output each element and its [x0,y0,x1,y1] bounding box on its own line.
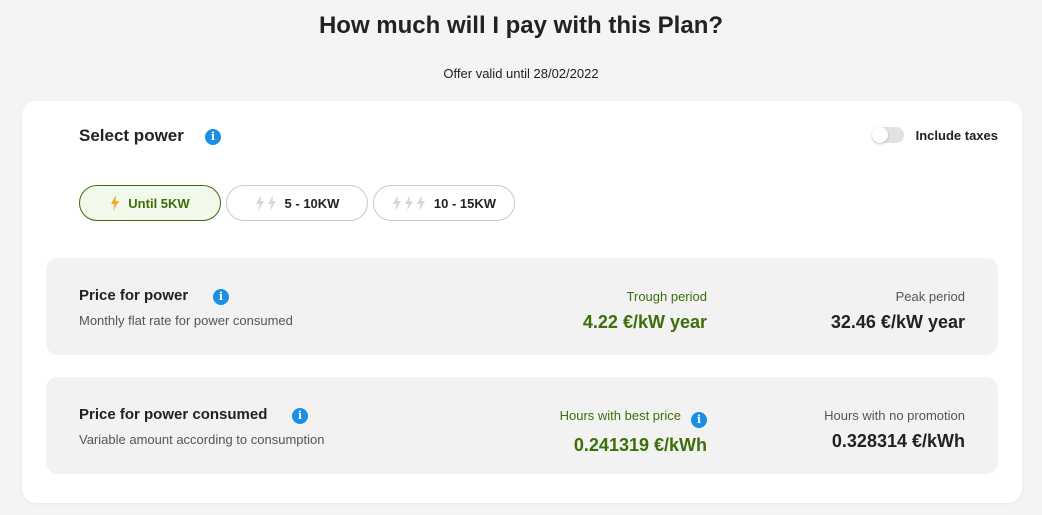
section-subtitle: Monthly flat rate for power consumed [79,313,293,328]
no-promotion-value: 0.328314 €/kWh [831,431,965,451]
best-price-label-row: Hours with best price i [560,408,707,428]
price-for-power-consumed-section: Price for power consumed i Variable amou… [46,377,998,474]
trough-period-column: Trough period 4.22 €/kW year [583,289,707,334]
bolt-icons [392,195,428,211]
lightning-bolt-icon [416,195,425,211]
trough-period-label: Trough period [626,289,707,304]
info-icon[interactable]: i [213,289,229,305]
power-option-5-10kw[interactable]: 5 - 10KW [226,185,368,221]
include-taxes-toggle-group: Include taxes [871,127,998,143]
info-icon[interactable]: i [691,412,707,428]
lightning-bolt-icon [267,195,276,211]
plan-price-card: Select power i Include taxes Until 5KW 5… [22,101,1022,503]
info-icon[interactable]: i [292,408,308,424]
offer-validity: Offer valid until 28/02/2022 [443,66,599,81]
power-option-label: 10 - 15KW [433,195,497,211]
power-option-label: Until 5KW [128,195,190,211]
select-power-title: Select power [79,126,184,145]
bolt-icons [110,195,122,211]
power-options: Until 5KW 5 - 10KW 10 - 15KW [79,185,520,221]
include-taxes-toggle[interactable] [871,127,904,143]
peak-period-label: Peak period [895,289,965,304]
page: How much will I pay with this Plan? Offe… [0,0,1042,515]
toggle-knob [871,127,888,143]
info-icon[interactable]: i [205,129,221,145]
page-title: How much will I pay with this Plan? [318,12,724,39]
lightning-bolt-icon [255,195,264,211]
peak-period-value: 32.46 €/kW year [830,312,965,332]
best-price-value: 0.241319 €/kWh [573,435,707,455]
no-promotion-column: Hours with no promotion 0.328314 €/kWh [824,408,965,453]
lightning-bolt-icon [111,195,120,211]
no-promotion-label: Hours with no promotion [824,408,965,423]
bolt-icons [255,195,279,211]
power-option-label: 5 - 10KW [284,195,340,211]
section-title: Price for power [79,287,189,304]
price-for-power-section: Price for power i Monthly flat rate for … [46,258,998,355]
lightning-bolt-icon [392,195,401,211]
peak-period-column: Peak period 32.46 €/kW year [831,289,965,334]
section-title: Price for power consumed [79,406,268,423]
power-option-until-5kw[interactable]: Until 5KW [79,185,221,221]
trough-period-value: 4.22 €/kW year [582,312,707,332]
section-subtitle: Variable amount according to consumption [79,432,325,447]
best-price-label: Hours with best price [559,408,681,423]
best-price-column: Hours with best price i 0.241319 €/kWh [560,408,707,457]
lightning-bolt-icon [404,195,413,211]
include-taxes-label: Include taxes [915,127,998,143]
power-option-10-15kw[interactable]: 10 - 15KW [373,185,515,221]
